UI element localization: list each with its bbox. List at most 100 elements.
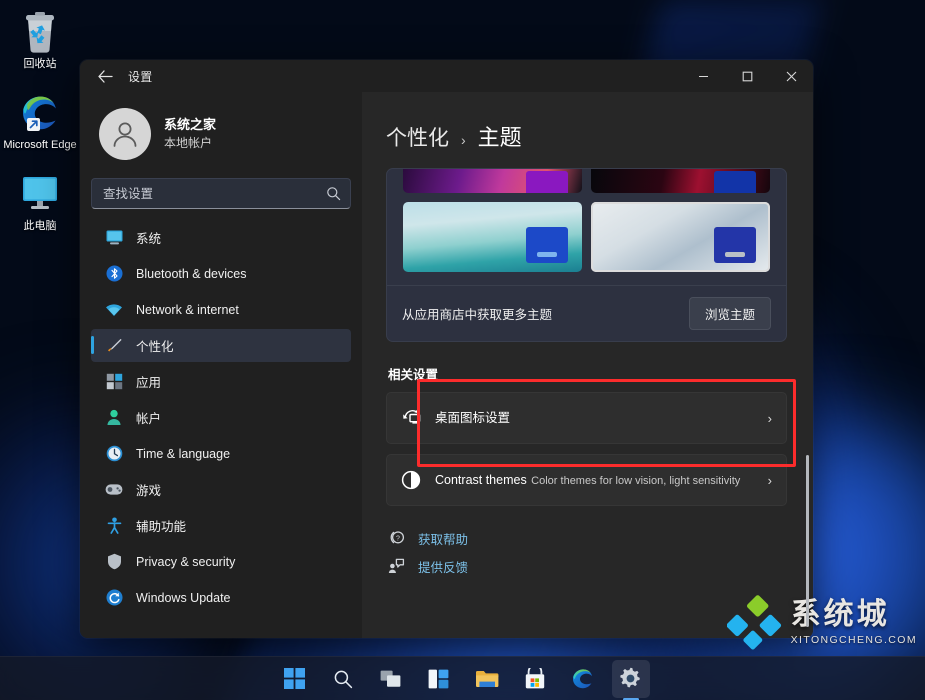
sidebar-item-accounts[interactable]: 帐户 — [91, 401, 351, 434]
minimize-button[interactable] — [681, 60, 725, 92]
microsoft-store-button[interactable] — [516, 660, 554, 698]
sidebar-item-apps[interactable]: 应用 — [91, 365, 351, 398]
row-subtitle: Color themes for low vision, light sensi… — [531, 475, 741, 487]
edge-icon — [572, 668, 592, 688]
windows-logo-icon — [284, 668, 305, 689]
row-title: 桌面图标设置 — [435, 411, 511, 425]
row-contrast-themes[interactable]: Contrast themes Color themes for low vis… — [386, 454, 787, 506]
desktop-icon-label: 回收站 — [23, 58, 57, 70]
minimize-icon — [698, 75, 708, 77]
settings-window: 设置 系统之家 本地帐户 查找设置 系统 Bluetooth & devices… — [80, 60, 813, 638]
taskbar-edge-button[interactable] — [564, 660, 602, 698]
sidebar-item-gaming[interactable]: 游戏 — [91, 473, 351, 506]
accounts-icon — [105, 409, 123, 427]
sidebar-item-label: 应用 — [136, 376, 162, 390]
account-subtitle: 本地帐户 — [164, 135, 213, 150]
file-explorer-button[interactable] — [468, 660, 506, 698]
sidebar-item-network-internet[interactable]: Network & internet — [91, 293, 351, 326]
start-button[interactable] — [276, 660, 314, 698]
privacy-security-icon — [105, 553, 123, 571]
search-icon — [334, 670, 352, 688]
window-controls — [681, 60, 813, 92]
help-link-give-feedback[interactable]: 提供反馈 — [388, 552, 787, 580]
main-content: 个性化 › 主题 从应用商店中获取更多主题 浏览主题 相关设置 桌面图标设置 ›… — [362, 92, 813, 638]
back-arrow-icon — [97, 69, 113, 83]
content-scrollbar[interactable] — [806, 455, 809, 627]
gaming-icon — [105, 481, 123, 499]
system-icon — [105, 229, 123, 247]
time-language-icon — [105, 445, 123, 463]
row-title: Contrast themes — [435, 473, 527, 487]
task-view-icon — [380, 670, 400, 687]
svg-text:?: ? — [396, 535, 400, 542]
themes-card: 从应用商店中获取更多主题 浏览主题 — [386, 168, 787, 342]
desktop: 回收站 Microsoft Edge 此电脑 设置 系统之家 本地帐户 查找设置… — [0, 0, 925, 700]
sidebar-item-bluetooth-devices[interactable]: Bluetooth & devices — [91, 257, 351, 290]
sidebar-item-label: Windows Update — [136, 590, 231, 605]
sidebar-item-label: Network & internet — [136, 302, 239, 317]
desktop-icon-recycle-bin[interactable]: 回收站 — [0, 6, 80, 79]
breadcrumb: 个性化 › 主题 — [362, 92, 813, 166]
account-block[interactable]: 系统之家 本地帐户 — [91, 92, 351, 178]
settings-scroll-area: 从应用商店中获取更多主题 浏览主题 相关设置 桌面图标设置 › Contrast… — [362, 168, 813, 580]
row-desktop-icon-settings[interactable]: 桌面图标设置 › — [386, 392, 787, 444]
breadcrumb-parent[interactable]: 个性化 — [386, 122, 449, 152]
theme-thumb-4[interactable] — [591, 202, 770, 272]
sidebar-item-label: 个性化 — [136, 340, 174, 354]
store-icon — [525, 668, 544, 689]
help-link-label: 获取帮助 — [418, 532, 469, 547]
sidebar-item-label: 系统 — [136, 232, 162, 246]
breadcrumb-separator: › — [461, 132, 466, 148]
apps-icon — [105, 373, 123, 391]
taskbar — [0, 656, 925, 700]
page-title: 主题 — [477, 125, 522, 150]
theme-store-row: 从应用商店中获取更多主题 浏览主题 — [387, 285, 786, 341]
folder-icon — [475, 670, 498, 687]
account-name: 系统之家 — [164, 116, 217, 132]
desktop-icon-this-pc[interactable]: 此电脑 — [0, 168, 80, 241]
sidebar: 系统之家 本地帐户 查找设置 系统 Bluetooth & devices Ne… — [80, 92, 362, 638]
help-link-get-help[interactable]: ? 获取帮助 — [388, 524, 787, 552]
network-icon — [105, 301, 123, 319]
maximize-button[interactable] — [725, 60, 769, 92]
sidebar-item-personalization[interactable]: 个性化 — [91, 329, 351, 362]
window-body: 系统之家 本地帐户 查找设置 系统 Bluetooth & devices Ne… — [80, 92, 813, 638]
search-input[interactable] — [103, 186, 320, 201]
sidebar-item-system[interactable]: 系统 — [91, 221, 351, 254]
bluetooth-icon — [105, 265, 123, 283]
taskbar-search-button[interactable] — [324, 660, 362, 698]
personalization-icon — [105, 337, 123, 355]
desktop-icon-microsoft-edge[interactable]: Microsoft Edge — [0, 87, 80, 160]
taskbar-settings-button[interactable] — [611, 659, 650, 698]
theme-thumb-3[interactable] — [403, 202, 582, 272]
browse-themes-button[interactable]: 浏览主题 — [688, 297, 771, 330]
close-icon — [786, 71, 796, 81]
sidebar-item-time-language[interactable]: Time & language — [91, 437, 351, 470]
gear-icon — [620, 667, 640, 688]
sidebar-nav: 系统 Bluetooth & devices Network & interne… — [91, 221, 351, 614]
sidebar-item-windows-update[interactable]: Windows Update — [91, 581, 351, 614]
desktop-icon-label: Microsoft Edge — [3, 138, 77, 151]
task-view-button[interactable] — [372, 660, 410, 698]
windows-update-icon — [105, 589, 123, 607]
sidebar-item-label: 辅助功能 — [136, 520, 187, 534]
give-feedback-icon — [388, 558, 406, 574]
this-pc-icon — [3, 173, 77, 217]
maximize-icon — [742, 71, 752, 81]
get-help-icon: ? — [388, 530, 406, 546]
chevron-right-icon: › — [767, 472, 772, 488]
sidebar-item-privacy-security[interactable]: Privacy & security — [91, 545, 351, 578]
theme-thumb-1[interactable] — [403, 169, 582, 193]
sidebar-item-accessibility[interactable]: 辅助功能 — [91, 509, 351, 542]
widgets-button[interactable] — [420, 660, 458, 698]
help-links: ? 获取帮助 提供反馈 — [386, 524, 787, 580]
widgets-icon — [428, 669, 449, 688]
theme-thumbnail-grid — [387, 169, 786, 285]
back-button[interactable] — [90, 62, 120, 90]
contrast-icon — [401, 470, 435, 490]
desktop-icon-list: 回收站 Microsoft Edge 此电脑 — [0, 6, 80, 248]
close-button[interactable] — [769, 60, 813, 92]
avatar — [99, 108, 151, 160]
theme-thumb-2[interactable] — [591, 169, 770, 193]
search-box[interactable] — [91, 178, 351, 209]
